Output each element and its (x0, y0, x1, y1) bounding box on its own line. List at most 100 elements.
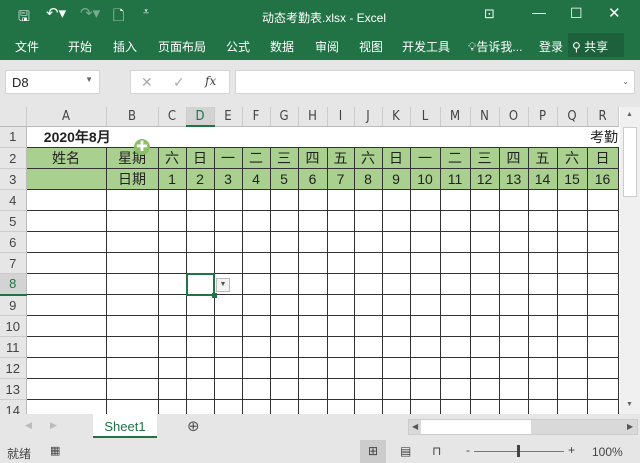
cell-F4[interactable] (241, 189, 271, 211)
cell-D9[interactable] (185, 294, 215, 316)
zoom-out-button[interactable]: - (466, 443, 470, 457)
cell-E13[interactable] (213, 378, 243, 400)
cell-P14[interactable] (527, 399, 558, 414)
date-cell[interactable]: 4 (241, 168, 271, 190)
cell-J11[interactable] (353, 336, 383, 358)
cell-B4[interactable] (105, 189, 159, 211)
cell-M6[interactable] (439, 231, 471, 253)
column-header-R[interactable]: R (587, 107, 619, 127)
sheet-table[interactable]: A B C D E F G H I J K L M N O P Q R 1 2020年8月 考勤 2 姓名 星期六日一二三四五… (0, 107, 619, 414)
row-header-13[interactable]: 13 (0, 378, 27, 400)
cell-I7[interactable] (326, 252, 355, 274)
cell-K10[interactable] (381, 315, 411, 337)
weekday-cell[interactable]: 六 (353, 147, 383, 169)
page-break-view-icon[interactable]: ⊓ (432, 444, 441, 458)
cell-J5[interactable] (353, 210, 383, 232)
select-all-corner[interactable] (0, 107, 27, 127)
cell-E7[interactable] (213, 252, 243, 274)
cell-O12[interactable] (498, 357, 529, 379)
cell-N10[interactable] (469, 315, 500, 337)
cell-P8[interactable] (527, 273, 558, 295)
cell-K7[interactable] (381, 252, 411, 274)
cell-P11[interactable] (527, 336, 558, 358)
row-header-14[interactable]: 14 (0, 399, 27, 414)
cell-B10[interactable] (105, 315, 159, 337)
cell-M13[interactable] (439, 378, 471, 400)
weekday-cell[interactable]: 二 (241, 147, 271, 169)
row-header-5[interactable]: 5 (0, 210, 27, 232)
column-header-A[interactable]: A (26, 107, 107, 127)
scroll-up-icon[interactable]: ▲ (626, 111, 633, 118)
customize-toolbar-icon[interactable]: ⩡ (143, 6, 149, 19)
weekday-cell[interactable]: 五 (527, 147, 558, 169)
date-cell[interactable]: 7 (326, 168, 355, 190)
date-cell[interactable]: 6 (297, 168, 328, 190)
save-icon[interactable]: 🖫 (18, 6, 30, 30)
cell-R8[interactable] (586, 273, 619, 295)
cell-P5[interactable] (527, 210, 558, 232)
cell-F10[interactable] (241, 315, 271, 337)
scroll-down-icon[interactable]: ▼ (626, 401, 633, 408)
row-header-6[interactable]: 6 (0, 231, 27, 253)
tab-view[interactable]: 视图 (359, 38, 383, 55)
cell-I10[interactable] (326, 315, 355, 337)
cell-M12[interactable] (439, 357, 471, 379)
cell-F7[interactable] (241, 252, 271, 274)
tab-developer[interactable]: 开发工具 (402, 38, 450, 55)
normal-view-icon[interactable]: ⊞ (360, 440, 386, 463)
cell-L7[interactable] (409, 252, 441, 274)
cell-M9[interactable] (439, 294, 471, 316)
cell-M8[interactable] (439, 273, 471, 295)
cell-G10[interactable] (269, 315, 299, 337)
column-header-P[interactable]: P (528, 107, 558, 127)
name-box[interactable]: D8 ▼ (5, 70, 100, 94)
cell-O10[interactable] (498, 315, 529, 337)
row-header-8[interactable]: 8 (0, 273, 27, 296)
date-cell[interactable]: 16 (586, 168, 619, 190)
cell-A13[interactable] (25, 378, 107, 400)
cell-R10[interactable] (586, 315, 619, 337)
weekday-cell[interactable]: 日 (381, 147, 411, 169)
weekday-cell[interactable]: 一 (213, 147, 243, 169)
cell-B7[interactable] (105, 252, 159, 274)
column-header-D[interactable]: D (186, 107, 215, 127)
cell-L9[interactable] (409, 294, 441, 316)
cell-K4[interactable] (381, 189, 411, 211)
cell-M11[interactable] (439, 336, 471, 358)
weekday-cell[interactable]: 三 (269, 147, 299, 169)
cell-D12[interactable] (185, 357, 215, 379)
cell-M7[interactable] (439, 252, 471, 274)
weekday-cell[interactable]: 三 (469, 147, 500, 169)
column-header-N[interactable]: N (470, 107, 500, 127)
cell-O6[interactable] (498, 231, 529, 253)
date-cell[interactable]: 13 (498, 168, 529, 190)
column-header-O[interactable]: O (499, 107, 529, 127)
row-header-2[interactable]: 2 (0, 147, 27, 169)
column-header-L[interactable]: L (410, 107, 441, 127)
cell-M14[interactable] (439, 399, 471, 414)
cell-N11[interactable] (469, 336, 500, 358)
cell-M5[interactable] (439, 210, 471, 232)
share-button[interactable]: ⚲ 共享 (568, 33, 624, 57)
column-header-J[interactable]: J (354, 107, 383, 127)
cell-K14[interactable] (381, 399, 411, 414)
cell-E4[interactable] (213, 189, 243, 211)
add-sheet-icon[interactable]: ⊕ (187, 417, 200, 435)
cell-D13[interactable] (185, 378, 215, 400)
column-header-B[interactable]: B (106, 107, 159, 127)
cell-N6[interactable] (469, 231, 500, 253)
cell-N7[interactable] (469, 252, 500, 274)
cell-I12[interactable] (326, 357, 355, 379)
cell-H13[interactable] (297, 378, 328, 400)
column-header-H[interactable]: H (298, 107, 328, 127)
cell-J10[interactable] (353, 315, 383, 337)
cell-D6[interactable] (185, 231, 215, 253)
cell-Q9[interactable] (556, 294, 588, 316)
cell-J12[interactable] (353, 357, 383, 379)
cell-B8[interactable] (105, 273, 159, 295)
zoom-level[interactable]: 100% (592, 445, 623, 459)
cell-E11[interactable] (213, 336, 243, 358)
cell-K12[interactable] (381, 357, 411, 379)
column-header-G[interactable]: G (270, 107, 299, 127)
cell-F14[interactable] (241, 399, 271, 414)
